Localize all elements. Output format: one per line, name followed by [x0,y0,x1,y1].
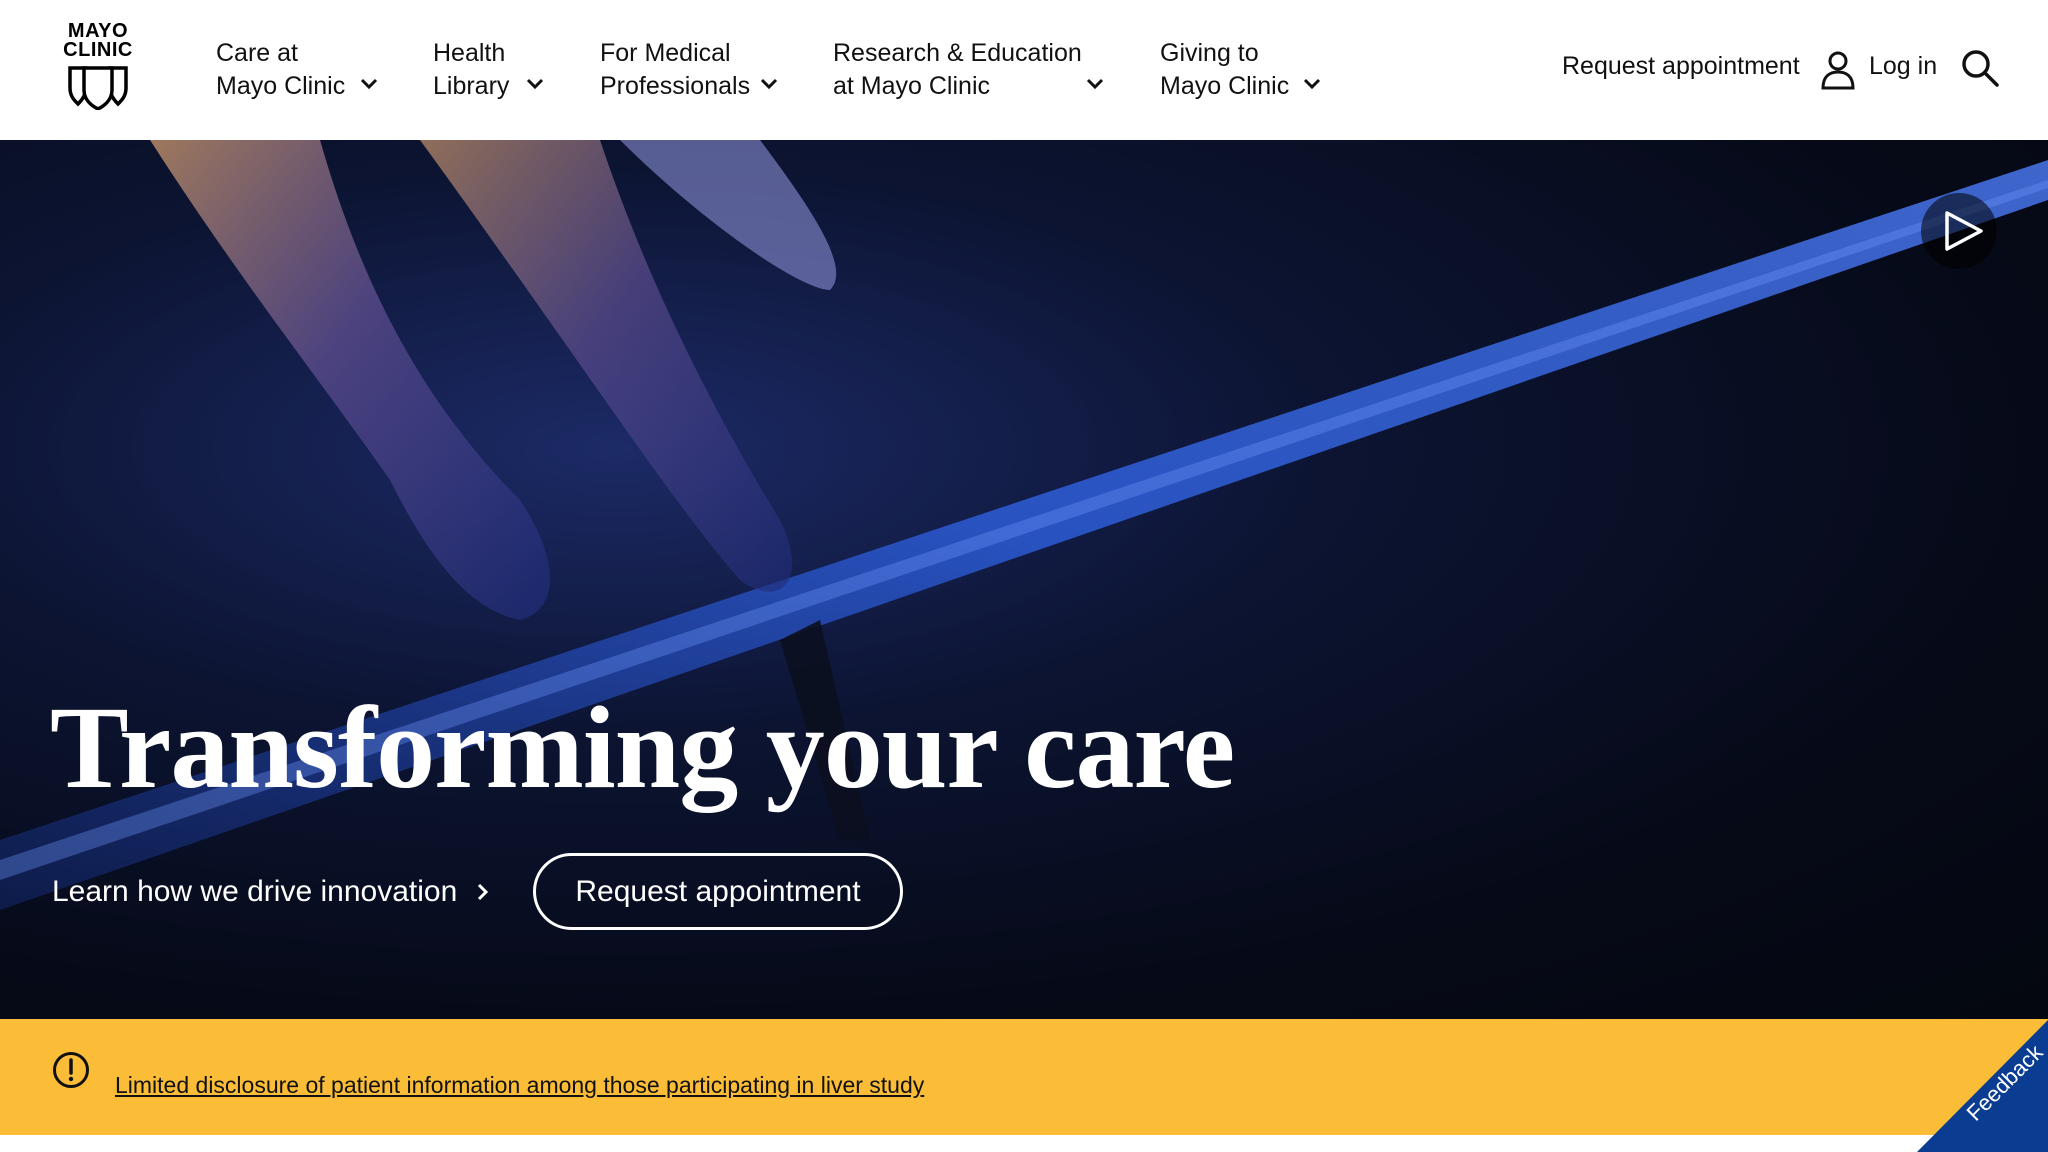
chevron-down-icon[interactable] [524,73,546,95]
learn-innovation-link[interactable]: Learn how we drive innovation [52,875,491,909]
play-icon [1945,211,1983,251]
exclamation-circle-icon [53,1052,89,1088]
chevron-down-icon[interactable] [1301,73,1323,95]
hero-title: Transforming your care [50,682,1235,813]
mayo-clinic-logo[interactable]: MAYO CLINIC [58,21,138,118]
nav-label: Giving to Mayo Clinic [1160,37,1289,103]
nav-giving-to-mayo-clinic[interactable]: Giving to Mayo Clinic [1160,36,1289,104]
hero-request-appointment-button[interactable]: Request appointment [533,853,903,930]
nav-label-line1: Care at [216,39,298,67]
learn-innovation-label: Learn how we drive innovation [52,875,458,908]
nav-label-line2: Professionals [600,72,751,100]
site-header: MAYO CLINIC Care at Mayo Clinic Health L… [0,0,2048,140]
nav-research-education[interactable]: Research & Education at Mayo Clinic [833,36,1082,104]
nav-label: Research & Education at Mayo Clinic [833,37,1082,103]
nav-label-line1: Research & Education [833,39,1082,67]
chevron-down-icon[interactable] [1084,73,1106,95]
nav-label: For Medical Professionals [600,37,750,103]
nav-label-line1: Giving to [1160,39,1259,67]
alert-banner: Limited disclosure of patient informatio… [0,1019,2048,1135]
nav-label-line1: For Medical [600,39,731,67]
header-request-appointment-link[interactable]: Request appointment [1562,52,1800,81]
nav-label: Care at Mayo Clinic [216,37,345,103]
nav-for-medical-professionals[interactable]: For Medical Professionals [600,36,750,104]
chevron-down-icon[interactable] [758,73,780,95]
nav-care-at-mayo-clinic[interactable]: Care at Mayo Clinic [216,36,345,104]
shield-logo-icon [68,66,128,110]
nav-health-library[interactable]: Health Library [433,36,509,104]
nav-label-line2: Mayo Clinic [216,72,346,100]
nav-label-line2: Library [433,72,510,100]
nav-label: Health Library [433,37,509,103]
nav-label-line1: Health [433,39,506,67]
user-icon[interactable] [1820,50,1856,90]
nav-label-line2: Mayo Clinic [1160,72,1290,100]
search-icon[interactable] [1960,48,2000,88]
login-link[interactable]: Log in [1869,52,1937,81]
alert-link[interactable]: Limited disclosure of patient informatio… [115,1072,924,1099]
nav-label-line2: at Mayo Clinic [833,72,990,100]
chevron-right-icon [478,883,489,901]
hero-section: Transforming your care Learn how we driv… [0,140,2048,1020]
chevron-down-icon[interactable] [358,73,380,95]
play-video-button[interactable] [1921,193,1997,269]
logo-text-line2: CLINIC [63,39,133,61]
